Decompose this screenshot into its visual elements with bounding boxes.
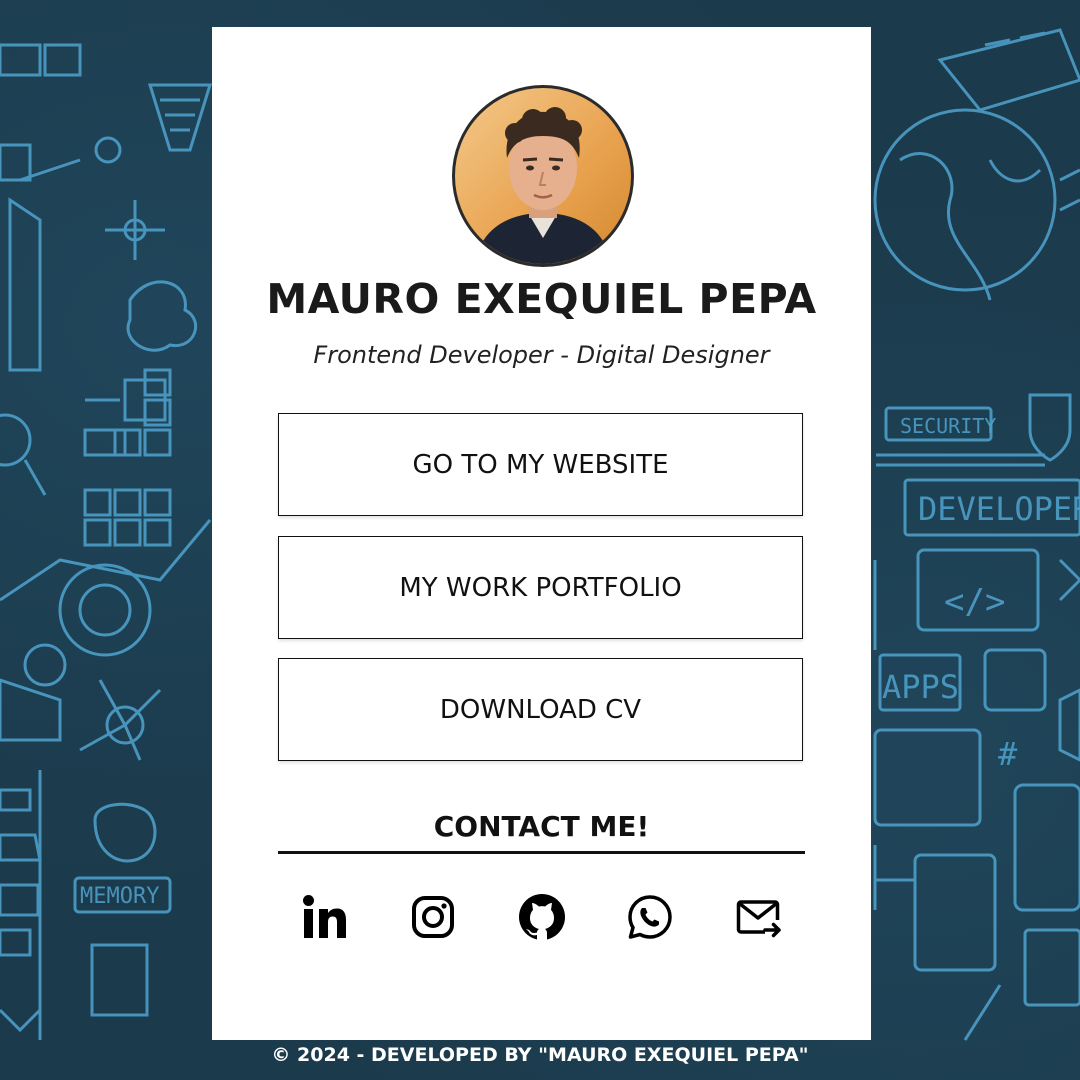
github-icon	[519, 894, 565, 940]
linkedin-icon	[303, 895, 346, 938]
whatsapp-link[interactable]	[622, 889, 678, 945]
profile-name: MAURO EXEQUIEL PEPA	[266, 275, 817, 323]
download-cv-button[interactable]: DOWNLOAD CV	[278, 658, 803, 761]
contact-title: CONTACT ME!	[433, 810, 650, 843]
doodle-word-security: SECURITY	[900, 414, 996, 438]
email-link[interactable]	[730, 889, 786, 945]
profile-subtitle: Frontend Developer - Digital Designer	[313, 341, 770, 369]
linkedin-link[interactable]	[297, 889, 353, 945]
footer-credits: © 2024 - DEVELOPED BY "MAURO EXEQUIEL PE…	[271, 1044, 809, 1066]
email-icon	[736, 900, 781, 938]
whatsapp-icon	[628, 895, 672, 939]
doodle-word-developers: DEVELOPERS	[918, 490, 1080, 528]
profile-avatar	[452, 85, 634, 267]
doodle-word-apps: APPS	[882, 668, 959, 706]
contact-divider	[278, 851, 805, 854]
instagram-icon	[412, 896, 454, 938]
svg-text:</>: </>	[944, 582, 1005, 622]
github-link[interactable]	[514, 889, 570, 945]
profile-photo-illustration	[475, 107, 611, 264]
profile-card: MAURO EXEQUIEL PEPA Frontend Developer -…	[212, 27, 871, 1040]
svg-text:#: #	[998, 735, 1018, 773]
go-to-website-button[interactable]: GO TO MY WEBSITE	[278, 413, 803, 516]
instagram-link[interactable]	[405, 889, 461, 945]
work-portfolio-button[interactable]: MY WORK PORTFOLIO	[278, 536, 803, 639]
doodle-word-memory: MEMORY	[80, 884, 159, 909]
